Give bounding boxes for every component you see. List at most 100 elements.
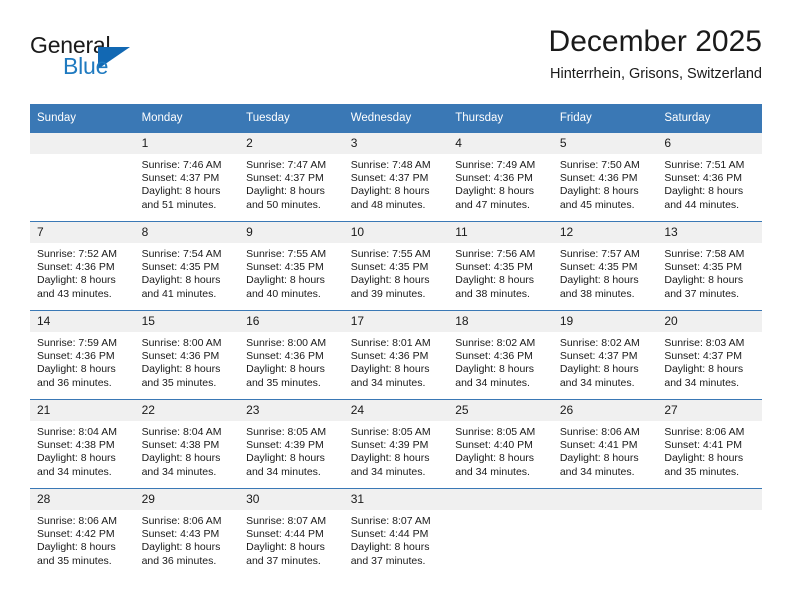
daylight-line-2: and 34 minutes. <box>455 376 530 389</box>
daylight-line-1: Daylight: 8 hours <box>350 541 430 554</box>
day-details: Sunrise: 8:06 AM Sunset: 4:41 PM Daylight:… <box>553 421 658 479</box>
day-number: 12 <box>552 222 658 243</box>
sunrise-line: Sunrise: 8:04 AM <box>141 426 222 438</box>
sunset-line: Sunset: 4:36 PM <box>559 172 638 185</box>
calendar-day-cell[interactable]: 18 Sunrise: 8:02 AM Sunset: 4:36 PM Dayligh… <box>448 310 553 400</box>
calendar-day-cell[interactable]: 22 Sunrise: 8:04 AM Sunset: 4:38 PM Dayligh… <box>134 399 240 489</box>
calendar-day-cell[interactable]: 6 Sunrise: 7:51 AM Sunset: 4:36 PM Daylight… <box>657 132 762 222</box>
day-details: Sunrise: 8:05 AM Sunset: 4:39 PM Daylight:… <box>344 421 449 479</box>
calendar-day-cell[interactable]: 9 Sunrise: 7:55 AM Sunset: 4:35 PM Daylight… <box>239 221 344 311</box>
generalblue-logo[interactable]: General Blue <box>30 32 250 88</box>
calendar-day-cell[interactable]: 11 Sunrise: 7:56 AM Sunset: 4:35 PM Dayligh… <box>448 221 553 311</box>
day-number: 24 <box>343 400 449 421</box>
daylight-line-2: and 34 minutes. <box>246 465 321 478</box>
weekday-header-tuesday: Tuesday <box>239 104 344 133</box>
daylight-line-1: Daylight: 8 hours <box>350 363 430 376</box>
sunset-line: Sunset: 4:37 PM <box>246 172 324 185</box>
calendar-day-cell[interactable]: 2 Sunrise: 7:47 AM Sunset: 4:37 PM Daylight… <box>239 132 344 222</box>
sunrise-line: Sunrise: 8:05 AM <box>246 426 327 438</box>
brand-name-blue: Blue <box>63 53 109 79</box>
sunrise-line: Sunrise: 8:06 AM <box>559 426 640 438</box>
daylight-line-1: Daylight: 8 hours <box>559 363 639 376</box>
daylight-line-2: and 36 minutes. <box>141 554 217 567</box>
calendar-week-row: 14 Sunrise: 7:59 AM Sunset: 4:36 PM Dayligh… <box>30 310 762 400</box>
day-details: Sunrise: 8:06 AM Sunset: 4:41 PM Daylight:… <box>657 421 762 479</box>
daylight-line-1: Daylight: 8 hours <box>246 185 325 198</box>
calendar-day-cell[interactable]: 10 Sunrise: 7:55 AM Sunset: 4:35 PM Dayligh… <box>343 221 449 311</box>
sunset-line: Sunset: 4:36 PM <box>141 350 220 363</box>
daylight-line-2: and 35 minutes. <box>141 376 217 389</box>
sunrise-line: Sunrise: 8:00 AM <box>246 337 327 349</box>
calendar-day-cell[interactable]: 25 Sunrise: 8:05 AM Sunset: 4:40 PM Dayligh… <box>448 399 553 489</box>
calendar-day-cell[interactable]: 19 Sunrise: 8:02 AM Sunset: 4:37 PM Dayligh… <box>552 310 658 400</box>
day-details: Sunrise: 7:47 AM Sunset: 4:37 PM Daylight:… <box>239 154 344 212</box>
day-details: Sunrise: 8:06 AM Sunset: 4:43 PM Daylight:… <box>135 510 240 568</box>
calendar-day-cell[interactable]: 30 Sunrise: 8:07 AM Sunset: 4:44 PM Dayligh… <box>239 488 344 577</box>
daylight-line-1: Daylight: 8 hours <box>37 274 116 287</box>
daylight-line-1: Daylight: 8 hours <box>455 363 535 376</box>
calendar-week-row: 7 Sunrise: 7:52 AM Sunset: 4:36 PM Daylight… <box>30 221 762 311</box>
daylight-line-1: Daylight: 8 hours <box>664 274 744 287</box>
sunrise-line: Sunrise: 8:04 AM <box>37 426 117 438</box>
sunset-line: Sunset: 4:36 PM <box>37 261 115 274</box>
sunset-line: Sunset: 4:41 PM <box>559 439 638 452</box>
sunrise-line: Sunrise: 7:59 AM <box>37 337 117 349</box>
daylight-line-2: and 48 minutes. <box>350 198 426 211</box>
day-number: 4 <box>448 133 553 154</box>
calendar-day-cell[interactable]: 23 Sunrise: 8:05 AM Sunset: 4:39 PM Dayligh… <box>239 399 344 489</box>
sunrise-line: Sunrise: 7:54 AM <box>141 248 222 260</box>
sunset-line: Sunset: 4:41 PM <box>664 439 743 452</box>
sunrise-line: Sunrise: 8:05 AM <box>455 426 536 438</box>
sunset-line: Sunset: 4:44 PM <box>350 528 429 541</box>
sunset-line: Sunset: 4:37 PM <box>664 350 743 363</box>
day-details: Sunrise: 8:00 AM Sunset: 4:36 PM Daylight:… <box>239 332 344 390</box>
sunset-line: Sunset: 4:36 PM <box>455 350 533 363</box>
calendar-day-cell[interactable]: 27 Sunrise: 8:06 AM Sunset: 4:41 PM Dayligh… <box>657 399 762 489</box>
calendar-day-cell[interactable]: 12 Sunrise: 7:57 AM Sunset: 4:35 PM Dayligh… <box>552 221 658 311</box>
daylight-line-1: Daylight: 8 hours <box>455 452 535 465</box>
calendar-day-cell[interactable]: 4 Sunrise: 7:49 AM Sunset: 4:36 PM Daylight… <box>448 132 553 222</box>
calendar-day-cell[interactable]: 15 Sunrise: 8:00 AM Sunset: 4:36 PM Dayligh… <box>134 310 240 400</box>
calendar-day-cell[interactable]: 29 Sunrise: 8:06 AM Sunset: 4:43 PM Dayligh… <box>134 488 240 577</box>
daylight-line-2: and 34 minutes. <box>455 465 530 478</box>
calendar-day-cell[interactable]: 24 Sunrise: 8:05 AM Sunset: 4:39 PM Dayligh… <box>343 399 449 489</box>
daylight-line-1: Daylight: 8 hours <box>664 363 744 376</box>
calendar-day-cell[interactable]: 31 Sunrise: 8:07 AM Sunset: 4:44 PM Dayligh… <box>343 488 449 577</box>
calendar-day-cell[interactable]: 26 Sunrise: 8:06 AM Sunset: 4:41 PM Dayligh… <box>552 399 658 489</box>
calendar-day-cell[interactable]: 7 Sunrise: 7:52 AM Sunset: 4:36 PM Daylight… <box>30 221 135 311</box>
calendar-day-cell[interactable]: 8 Sunrise: 7:54 AM Sunset: 4:35 PM Daylight… <box>134 221 240 311</box>
calendar-day-cell[interactable]: 14 Sunrise: 7:59 AM Sunset: 4:36 PM Dayligh… <box>30 310 135 400</box>
daylight-line-2: and 38 minutes. <box>455 287 530 300</box>
calendar-day-cell[interactable]: 28 Sunrise: 8:06 AM Sunset: 4:42 PM Dayligh… <box>30 488 135 577</box>
day-number: 6 <box>657 133 762 154</box>
day-details: Sunrise: 7:58 AM Sunset: 4:35 PM Daylight:… <box>657 243 762 301</box>
day-details: Sunrise: 8:03 AM Sunset: 4:37 PM Daylight:… <box>657 332 762 390</box>
day-number: 15 <box>134 311 240 332</box>
day-number: 10 <box>343 222 449 243</box>
calendar-day-cell[interactable]: 13 Sunrise: 7:58 AM Sunset: 4:35 PM Dayligh… <box>657 221 762 311</box>
daylight-line-1: Daylight: 8 hours <box>559 452 639 465</box>
daylight-line-2: and 50 minutes. <box>246 198 321 211</box>
sunrise-line: Sunrise: 7:46 AM <box>141 159 222 171</box>
day-details: Sunrise: 8:01 AM Sunset: 4:36 PM Daylight:… <box>344 332 449 390</box>
calendar-day-cell[interactable]: 1 Sunrise: 7:46 AM Sunset: 4:37 PM Daylight… <box>134 132 240 222</box>
day-number: 13 <box>657 222 762 243</box>
sunset-line: Sunset: 4:36 PM <box>37 350 115 363</box>
calendar-day-cell[interactable]: 3 Sunrise: 7:48 AM Sunset: 4:37 PM Daylight… <box>343 132 449 222</box>
day-number: 29 <box>134 489 240 510</box>
calendar-day-cell[interactable]: 5 Sunrise: 7:50 AM Sunset: 4:36 PM Daylight… <box>552 132 658 222</box>
calendar-day-cell[interactable]: 20 Sunrise: 8:03 AM Sunset: 4:37 PM Dayligh… <box>657 310 762 400</box>
calendar-day-cell[interactable]: 16 Sunrise: 8:00 AM Sunset: 4:36 PM Dayligh… <box>239 310 344 400</box>
calendar-day-cell[interactable]: 21 Sunrise: 8:04 AM Sunset: 4:38 PM Dayligh… <box>30 399 135 489</box>
day-details: Sunrise: 8:07 AM Sunset: 4:44 PM Daylight:… <box>239 510 344 568</box>
calendar-day-cell-empty <box>657 488 762 577</box>
sunrise-line: Sunrise: 7:51 AM <box>664 159 745 171</box>
daylight-line-1: Daylight: 8 hours <box>246 363 325 376</box>
day-number: 8 <box>134 222 240 243</box>
sunrise-line: Sunrise: 7:52 AM <box>37 248 117 260</box>
sunrise-line: Sunrise: 7:47 AM <box>246 159 327 171</box>
day-details: Sunrise: 7:57 AM Sunset: 4:35 PM Daylight:… <box>553 243 658 301</box>
day-details: Sunrise: 8:05 AM Sunset: 4:40 PM Daylight:… <box>448 421 553 479</box>
day-number: 19 <box>552 311 658 332</box>
calendar-day-cell[interactable]: 17 Sunrise: 8:01 AM Sunset: 4:36 PM Dayligh… <box>343 310 449 400</box>
